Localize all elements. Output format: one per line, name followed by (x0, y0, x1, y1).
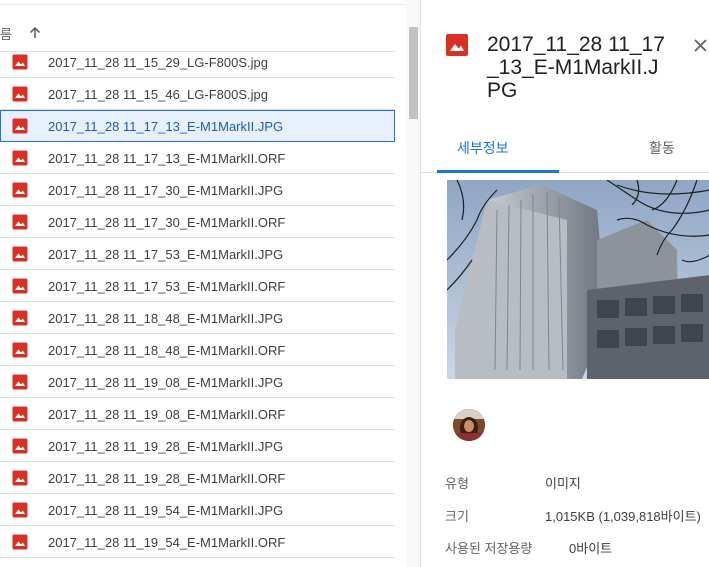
file-name: 2017_11_28 11_17_30_E-M1MarkII.ORF (48, 215, 286, 230)
file-row[interactable]: 2017_11_28 11_19_28_E-M1MarkII.JPG (0, 430, 395, 462)
file-name: 2017_11_28 11_19_54_E-M1MarkII.JPG (48, 503, 284, 518)
details-tabs: 세부정보 활동 (421, 126, 709, 173)
file-row[interactable]: 2017_11_28 11_17_13_E-M1MarkII.JPG (0, 110, 395, 142)
file-name: 2017_11_28 11_17_53_E-M1MarkII.JPG (48, 247, 284, 262)
file-name: 2017_11_28 11_19_08_E-M1MarkII.ORF (48, 407, 286, 422)
file-row[interactable]: 2017_11_28 11_19_54_E-M1MarkII.JPG (0, 494, 395, 526)
active-tab-indicator (437, 170, 559, 173)
image-file-icon (12, 342, 28, 358)
file-name: 2017_11_28 11_17_13_E-M1MarkII.JPG (48, 119, 284, 134)
property-value: 이미지 (545, 476, 581, 491)
file-row[interactable]: 2017_11_28 11_19_08_E-M1MarkII.ORF (0, 398, 395, 430)
image-file-icon (12, 214, 28, 230)
file-row[interactable]: 2017_11_28 11_19_08_E-M1MarkII.JPG (0, 366, 395, 398)
file-list: 2017_11_28 11_15_29_LG-F800S.jpg 2017_11_… (0, 46, 395, 558)
file-row[interactable]: 2017_11_28 11_17_13_E-M1MarkII.ORF (0, 142, 395, 174)
image-file-icon (12, 470, 28, 486)
image-file-icon (12, 86, 28, 102)
tab-activity[interactable]: 활동 (649, 138, 675, 158)
file-row[interactable]: 2017_11_28 11_19_54_E-M1MarkII.ORF (0, 526, 395, 558)
file-row[interactable]: 2017_11_28 11_18_48_E-M1MarkII.ORF (0, 334, 395, 366)
image-file-icon (12, 310, 28, 326)
file-name: 2017_11_28 11_17_53_E-M1MarkII.ORF (48, 279, 286, 294)
tab-details[interactable]: 세부정보 (457, 138, 509, 158)
file-name: 2017_11_28 11_19_28_E-M1MarkII.ORF (48, 471, 286, 486)
image-file-icon (12, 246, 28, 262)
image-file-icon (12, 182, 28, 198)
details-title: 2017_11_28 11_17_13_E-M1MarkII.JPG (487, 33, 665, 102)
image-file-icon (12, 118, 28, 134)
file-name: 2017_11_28 11_19_28_E-M1MarkII.JPG (48, 439, 284, 454)
scrollbar-thumb[interactable] (409, 27, 418, 119)
close-icon[interactable] (691, 36, 709, 55)
file-name: 2017_11_28 11_18_48_E-M1MarkII.ORF (48, 343, 286, 358)
file-row[interactable]: 2017_11_28 11_17_53_E-M1MarkII.JPG (0, 238, 395, 270)
property-value: 0바이트 (569, 541, 613, 556)
image-file-icon (12, 278, 28, 294)
file-row[interactable]: 2017_11_28 11_19_28_E-M1MarkII.ORF (0, 462, 395, 494)
list-scrollbar[interactable] (406, 0, 420, 567)
file-row[interactable]: 2017_11_28 11_17_30_E-M1MarkII.JPG (0, 174, 395, 206)
owner-avatar[interactable] (453, 409, 485, 441)
image-file-icon (445, 33, 469, 57)
arrow-up-icon[interactable] (27, 25, 43, 41)
property-label: 사용된 저장용량 (445, 541, 533, 556)
details-panel: 2017_11_28 11_17_13_E-M1MarkII.JPG 세부정보 … (420, 0, 709, 567)
file-row[interactable]: 2017_11_28 11_17_30_E-M1MarkII.ORF (0, 206, 395, 238)
image-preview[interactable] (447, 180, 709, 379)
file-name: 2017_11_28 11_15_46_LG-F800S.jpg (48, 87, 268, 102)
image-file-icon (12, 54, 28, 70)
property-value: 1,015KB (1,039,818바이트) (545, 509, 701, 524)
file-name: 2017_11_28 11_19_54_E-M1MarkII.ORF (48, 535, 286, 550)
image-file-icon (12, 374, 28, 390)
image-file-icon (12, 438, 28, 454)
file-name: 2017_11_28 11_17_30_E-M1MarkII.JPG (48, 183, 284, 198)
image-file-icon (12, 534, 28, 550)
file-row[interactable]: 2017_11_28 11_15_29_LG-F800S.jpg (0, 46, 395, 78)
property-label: 유형 (445, 476, 469, 491)
image-file-icon (12, 406, 28, 422)
file-list-pane: 름 2017_11_28 11_15_29_LG-F800S.jpg 2017_1… (0, 0, 406, 567)
file-row[interactable]: 2017_11_28 11_15_46_LG-F800S.jpg (0, 78, 395, 110)
column-header-name[interactable]: 름 (0, 24, 12, 43)
file-row[interactable]: 2017_11_28 11_17_53_E-M1MarkII.ORF (0, 270, 395, 302)
file-row[interactable]: 2017_11_28 11_18_48_E-M1MarkII.JPG (0, 302, 395, 334)
image-file-icon (12, 502, 28, 518)
property-label: 크기 (445, 509, 469, 524)
file-name: 2017_11_28 11_17_13_E-M1MarkII.ORF (48, 151, 286, 166)
file-name: 2017_11_28 11_15_29_LG-F800S.jpg (48, 55, 268, 70)
file-name: 2017_11_28 11_19_08_E-M1MarkII.JPG (48, 375, 284, 390)
file-name: 2017_11_28 11_18_48_E-M1MarkII.JPG (48, 311, 284, 326)
image-file-icon (12, 150, 28, 166)
